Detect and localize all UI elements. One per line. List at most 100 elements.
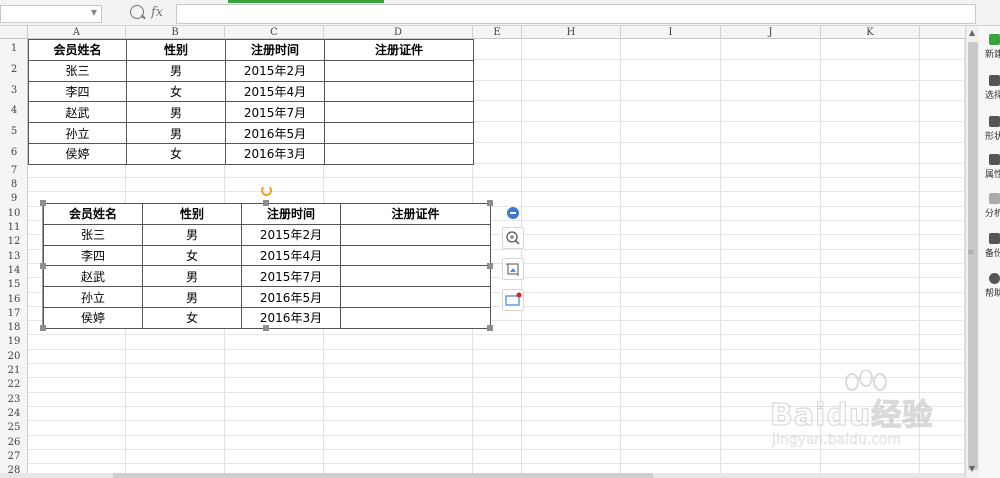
column-header[interactable]: E: [473, 26, 522, 39]
row-header[interactable]: 7: [0, 164, 28, 178]
row-header[interactable]: 6: [0, 143, 28, 164]
select-all-corner[interactable]: [0, 26, 28, 39]
table-header-cell[interactable]: 会员姓名: [28, 39, 127, 61]
row-header[interactable]: 25: [0, 421, 28, 435]
row-header[interactable]: 23: [0, 393, 28, 407]
table-cell[interactable]: 女: [126, 142, 226, 165]
row-header[interactable]: 26: [0, 436, 28, 450]
task-pane: 新建 选择 形状 属性 分析 备份 帮助: [979, 26, 1000, 478]
table-cell[interactable]: 孙立: [28, 122, 127, 144]
table-cell[interactable]: 男: [126, 122, 226, 144]
table-cell[interactable]: 李四: [28, 80, 127, 103]
row-header[interactable]: 20: [0, 350, 28, 364]
grid-row-line: [28, 348, 965, 350]
table-cell[interactable]: 2015年7月: [225, 101, 325, 124]
row-header[interactable]: 18: [0, 321, 28, 335]
column-header[interactable]: K: [821, 26, 920, 39]
column-header[interactable]: C: [225, 26, 324, 39]
resize-handle-top-left[interactable]: [40, 200, 46, 206]
row-header[interactable]: 9: [0, 192, 28, 206]
hscroll-thumb[interactable]: [113, 473, 653, 478]
table-cell[interactable]: 2015年2月: [225, 59, 325, 82]
column-header[interactable]: D: [324, 26, 473, 39]
table-cell[interactable]: 2015年4月: [225, 80, 325, 103]
resize-handle-left[interactable]: [40, 263, 46, 269]
row-header[interactable]: 27: [0, 450, 28, 464]
row-header[interactable]: 24: [0, 407, 28, 421]
scroll-up-icon[interactable]: ▲: [969, 28, 975, 37]
row-header[interactable]: 14: [0, 264, 28, 278]
row-header[interactable]: 19: [0, 335, 28, 349]
table-picture[interactable]: 会员姓名 性别 注册时间 注册证件 张三男 2015年2月 李四女 2015年4月 赵武男 20…: [43, 203, 491, 329]
table-header-cell[interactable]: 注册证件: [324, 39, 474, 61]
chevron-down-icon[interactable]: ▼: [91, 8, 97, 17]
row-header[interactable]: 17: [0, 307, 28, 321]
row-header[interactable]: 2: [0, 60, 28, 81]
table-row: 侯婷女 2016年3月: [28, 142, 474, 165]
table-cell[interactable]: [324, 59, 474, 82]
formula-input[interactable]: [176, 4, 976, 24]
table-cell: 赵武: [43, 265, 143, 288]
zoom-picture-button[interactable]: [502, 227, 524, 249]
row-header[interactable]: 22: [0, 378, 28, 392]
column-header[interactable]: H: [522, 26, 621, 39]
table-row: 张三男 2015年2月: [43, 223, 491, 246]
table-cell: 男: [142, 286, 242, 308]
resize-handle-right[interactable]: [487, 263, 493, 269]
name-box[interactable]: ▼: [0, 5, 102, 23]
row-header[interactable]: 1: [0, 39, 28, 60]
table-cell[interactable]: [324, 101, 474, 124]
table-header-cell[interactable]: 性别: [126, 39, 226, 61]
resize-handle-bottom-left[interactable]: [40, 325, 46, 331]
horizontal-scrollbar[interactable]: [0, 473, 965, 478]
table-cell[interactable]: 2016年3月: [225, 142, 325, 165]
table-cell: [340, 265, 491, 288]
table-row: 李四女 2015年4月: [43, 244, 491, 267]
table-cell[interactable]: 赵武: [28, 101, 127, 124]
grid-row-line: [28, 177, 965, 179]
row-header[interactable]: 4: [0, 101, 28, 122]
picture-effects-button[interactable]: [502, 289, 524, 311]
table-cell[interactable]: 侯婷: [28, 142, 127, 165]
collapse-toolbar-icon[interactable]: [507, 207, 519, 219]
row-header[interactable]: 10: [0, 207, 28, 221]
row-header[interactable]: 13: [0, 250, 28, 264]
table-cell[interactable]: 女: [126, 80, 226, 103]
row-header[interactable]: 21: [0, 364, 28, 378]
resize-handle-top[interactable]: [263, 200, 269, 206]
column-header[interactable]: A: [28, 26, 126, 39]
row-header[interactable]: 12: [0, 235, 28, 249]
panel-grip-icon[interactable]: ≡: [967, 248, 975, 258]
table-cell[interactable]: 男: [126, 59, 226, 82]
grid-row-line: [28, 391, 965, 393]
resize-handle-bottom-right[interactable]: [487, 325, 493, 331]
zoom-icon[interactable]: [130, 5, 144, 19]
table-cell[interactable]: [324, 122, 474, 144]
column-header[interactable]: I: [621, 26, 721, 39]
table-cell[interactable]: 2016年5月: [225, 122, 325, 144]
column-header[interactable]: J: [721, 26, 821, 39]
fx-icon[interactable]: fx: [151, 5, 163, 20]
table-cell[interactable]: 男: [126, 101, 226, 124]
row-header[interactable]: 15: [0, 278, 28, 292]
row-header[interactable]: 11: [0, 221, 28, 235]
table-header-cell[interactable]: 注册时间: [225, 39, 325, 61]
table-header-cell: 注册证件: [340, 203, 491, 225]
resize-handle-top-right[interactable]: [487, 200, 493, 206]
resize-handle-bottom[interactable]: [263, 325, 269, 331]
table-header-row: 会员姓名 性别 注册时间 注册证件: [28, 39, 474, 61]
table-cell[interactable]: [324, 80, 474, 103]
crop-picture-button[interactable]: [502, 258, 524, 280]
row-header[interactable]: 3: [0, 81, 28, 102]
data-table-cells[interactable]: 会员姓名 性别 注册时间 注册证件 张三男 2015年2月 李四女 2015年4月 赵武男 20…: [28, 39, 474, 165]
row-header[interactable]: 8: [0, 178, 28, 192]
help-icon: [989, 273, 1000, 284]
rotate-handle-icon[interactable]: [261, 185, 272, 196]
scroll-down-icon[interactable]: ▼: [969, 464, 975, 473]
row-header[interactable]: 5: [0, 122, 28, 143]
table-cell[interactable]: [324, 142, 474, 165]
table-cell[interactable]: 张三: [28, 59, 127, 82]
column-header[interactable]: B: [126, 26, 225, 39]
table-header-cell: 注册时间: [241, 203, 341, 225]
row-header[interactable]: 16: [0, 293, 28, 307]
